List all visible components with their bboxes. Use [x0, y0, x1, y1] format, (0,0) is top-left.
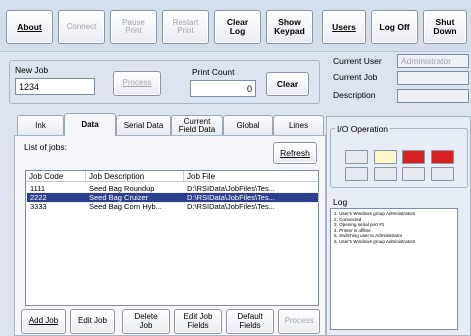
- tab-data[interactable]: Data: [64, 113, 116, 136]
- new-job-input[interactable]: 1234: [15, 78, 95, 95]
- about-label: About: [17, 21, 42, 32]
- users-label: Users: [332, 21, 356, 32]
- job-description-cell: Seed Bag Corn Hyb...: [89, 202, 162, 211]
- users-button[interactable]: Users: [322, 10, 366, 44]
- edit-job-button[interactable]: Edit Job: [70, 309, 115, 334]
- io-indicator[interactable]: [402, 150, 425, 164]
- current-user-field: Administrator: [397, 54, 469, 68]
- about-button[interactable]: About: [6, 10, 53, 44]
- io-indicator[interactable]: [345, 150, 368, 164]
- log-off-button[interactable]: Log Off: [371, 10, 418, 44]
- add-job-label: Add Job: [28, 316, 59, 326]
- jobs-list-header: Job Code Job Description Job File: [26, 171, 318, 182]
- column-header-job-description[interactable]: Job Description: [86, 171, 184, 182]
- log-list[interactable]: 1. User's Windows group Administrators 2…: [330, 208, 458, 330]
- table-row-selected[interactable]: 2222 Seed Bag Cruizer D:\RSIData\JobFile…: [26, 192, 319, 203]
- io-indicator[interactable]: [431, 150, 454, 164]
- refresh-label: Refresh: [280, 147, 310, 158]
- log-title: Log: [333, 197, 348, 207]
- job-description-cell: Seed Bag Cruizer: [89, 193, 149, 202]
- table-row[interactable]: 1111 Seed Bag Roundup D:\RSIData\JobFile…: [27, 184, 318, 193]
- default-fields-button[interactable]: Default Fields: [226, 309, 274, 334]
- process-job-label: Process: [122, 78, 152, 88]
- tab-serial-data[interactable]: Serial Data: [116, 115, 171, 135]
- edit-job-fields-button[interactable]: Edit Job Fields: [174, 309, 222, 334]
- shut-down-button[interactable]: Shut Down: [423, 10, 467, 44]
- io-indicator[interactable]: [374, 150, 397, 164]
- current-job-field: [397, 71, 469, 85]
- io-indicator[interactable]: [431, 167, 454, 181]
- clear-count-button[interactable]: Clear: [266, 72, 309, 96]
- clear-log-button[interactable]: Clear Log: [214, 10, 261, 44]
- description-field: [397, 89, 469, 103]
- restart-print-button[interactable]: Restart Print: [162, 10, 209, 44]
- log-entry: 6. User's Windows group Administrators: [334, 238, 416, 244]
- add-job-button[interactable]: Add Job: [21, 309, 66, 334]
- show-keypad-button[interactable]: Show Keypad: [266, 10, 313, 44]
- job-code-cell: 3333: [30, 202, 47, 211]
- print-count-label: Print Count: [192, 67, 235, 77]
- tab-global[interactable]: Global: [223, 115, 273, 135]
- table-row[interactable]: 3333 Seed Bag Corn Hyb... D:\RSIData\Job…: [27, 202, 318, 211]
- io-indicator[interactable]: [345, 167, 368, 181]
- io-indicator[interactable]: [402, 167, 425, 181]
- list-of-jobs-label: List of jobs:: [24, 142, 67, 152]
- job-description-cell: Seed Bag Roundup: [89, 184, 155, 193]
- io-operation-title: I/O Operation: [335, 124, 391, 134]
- tab-ink[interactable]: Ink: [17, 115, 64, 135]
- io-indicator[interactable]: [374, 167, 397, 181]
- process-job-button[interactable]: Process: [113, 71, 161, 96]
- new-job-label: New Job: [15, 65, 49, 75]
- refresh-button[interactable]: Refresh: [273, 142, 317, 164]
- pause-print-button[interactable]: Pause Print: [110, 10, 157, 44]
- job-file-cell: D:\RSIData\JobFiles\Tes...: [187, 202, 275, 211]
- delete-job-button[interactable]: Delete Job: [122, 309, 170, 334]
- process-button[interactable]: Process: [278, 309, 320, 334]
- current-job-label: Current Job: [333, 72, 378, 82]
- job-file-cell: D:\RSIData\JobFiles\Tes...: [187, 193, 275, 202]
- current-user-label: Current User: [333, 56, 382, 66]
- column-header-job-file[interactable]: Job File: [184, 171, 319, 182]
- print-count-field: 0: [190, 80, 256, 97]
- connect-button[interactable]: Connect: [58, 10, 105, 44]
- job-file-cell: D:\RSIData\JobFiles\Tes...: [187, 184, 275, 193]
- job-code-cell: 2222: [30, 193, 47, 202]
- tab-lines[interactable]: Lines: [273, 115, 324, 135]
- job-code-cell: 1111: [30, 184, 46, 193]
- description-label: Description: [333, 90, 376, 100]
- column-header-job-code[interactable]: Job Code: [26, 171, 86, 182]
- tab-current-field-data[interactable]: Current Field Data: [171, 115, 223, 135]
- jobs-list[interactable]: Job Code Job Description Job File 1111 S…: [25, 170, 319, 306]
